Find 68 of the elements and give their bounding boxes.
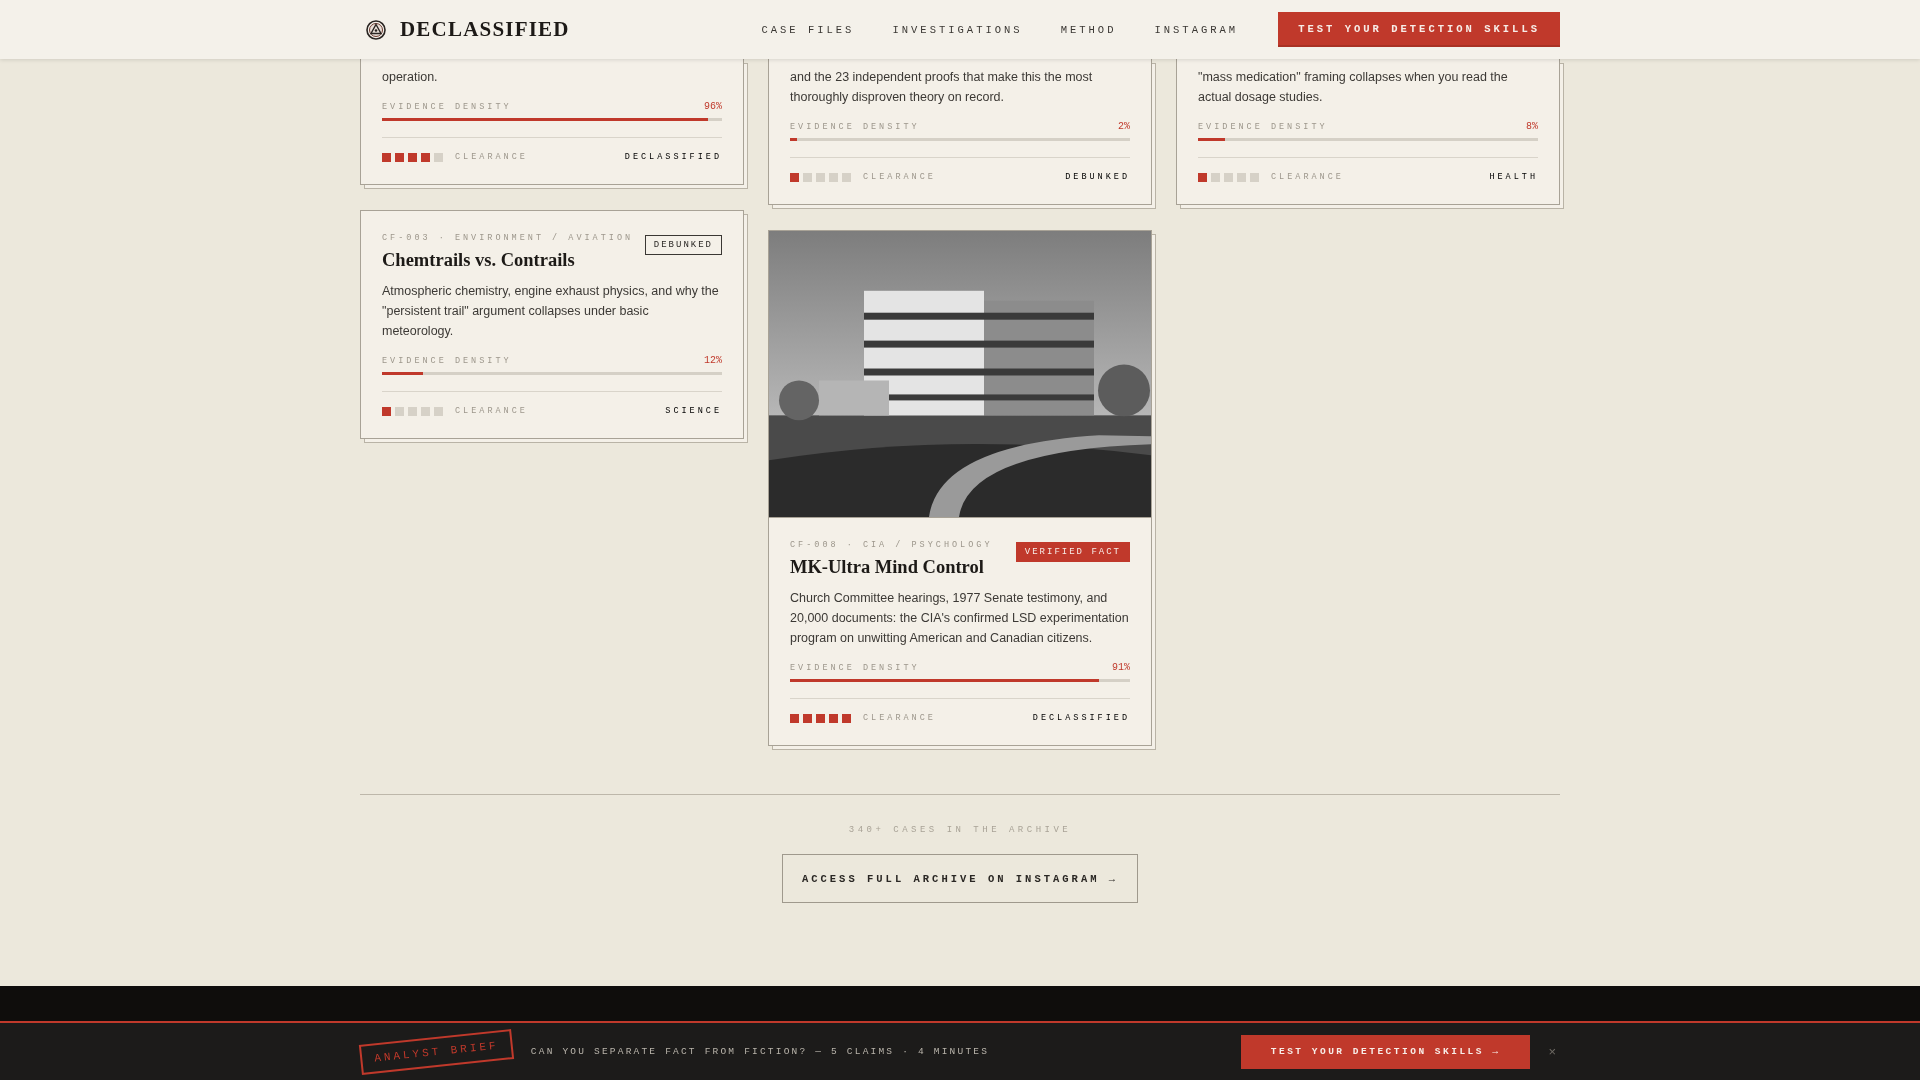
clearance-square [382, 406, 391, 416]
case-category: DECLASSIFIED [1032, 713, 1130, 723]
clearance-square [790, 713, 799, 723]
case-description: Church Committee hearings, 1977 Senate testimony, and 20,000 documents: the CIA's confirmed LSD experimentation program on unwitting American and Canadian citizens. [790, 590, 1130, 647]
brief-cta-button[interactable]: TEST YOUR DETECTION SKILLS → [1240, 1034, 1531, 1069]
meter-label: EVIDENCE DENSITY [790, 122, 920, 132]
verdict-badge: VERIFIED FACT [1015, 542, 1130, 562]
clearance-square [829, 172, 838, 182]
clearance-label: CLEARANCE [455, 406, 528, 416]
nav-link[interactable]: METHOD [1060, 23, 1117, 36]
clearance-square [1224, 172, 1233, 182]
case-description: and the 23 independent proofs that make this the most thoroughly disproven theory on record. [790, 69, 1094, 106]
clearance-square [434, 406, 443, 416]
case-category: HEALTH [1489, 172, 1538, 182]
case-title: Chemtrails vs. Contrails [382, 249, 576, 271]
clearance-square [1198, 172, 1207, 182]
archive-count: 340+ CASES IN THE ARCHIVE [848, 825, 1072, 835]
nav-link[interactable]: INVESTIGATIONS [892, 23, 1023, 36]
case-category: DECLASSIFIED [624, 152, 722, 162]
clearance-square [790, 172, 799, 182]
brand-name[interactable]: DECLASSIFIED [400, 17, 570, 42]
logo-icon [366, 19, 386, 40]
clearance-label: CLEARANCE [1271, 172, 1344, 182]
clearance-square [803, 713, 812, 723]
clearance-label: CLEARANCE [863, 172, 936, 182]
case-description: operation. [382, 69, 439, 86]
analyst-stamp: ANALYST BRIEF [358, 1028, 514, 1075]
meter-label: EVIDENCE DENSITY [382, 356, 512, 366]
clearance-square [829, 713, 838, 723]
case-title: MK-Ultra Mind Control [790, 556, 985, 578]
clearance-label: CLEARANCE [863, 713, 936, 723]
clearance-square [1211, 172, 1220, 182]
clearance-square [816, 713, 825, 723]
clearance-label: CLEARANCE [455, 152, 528, 162]
clearance-square [395, 406, 404, 416]
verdict-badge: DEBUNKED [644, 235, 722, 255]
brief-message: CAN YOU SEPARATE FACT FROM FICTION? — 5 CLAIMS · 4 MINUTES [530, 1046, 990, 1057]
nav-link[interactable]: CASE FILES [761, 23, 855, 36]
case-meta: CF-003 · ENVIRONMENT / AVIATION [382, 233, 634, 243]
clearance-square [1237, 172, 1246, 182]
meter-label: EVIDENCE DENSITY [790, 663, 920, 673]
clearance-square [842, 172, 851, 182]
meter-label: EVIDENCE DENSITY [382, 102, 512, 112]
meter-reading: 96% [704, 101, 722, 112]
clearance-square [421, 406, 430, 416]
clearance-square [395, 152, 404, 162]
meter-reading: 12% [704, 355, 722, 366]
clearance-square [816, 172, 825, 182]
case-category: DEBUNKED [1065, 172, 1130, 182]
clearance-square [408, 406, 417, 416]
meter-reading: 8% [1526, 121, 1538, 132]
cta-button[interactable]: TEST YOUR DETECTION SKILLS [1278, 12, 1560, 47]
meter-label: EVIDENCE DENSITY [1198, 122, 1328, 132]
case-description: Atmospheric chemistry, engine exhaust physics, and why the "persistent trail" argument collapses under basic meteorology. [382, 283, 720, 340]
clearance-square [421, 152, 430, 162]
case-meta: CF-008 · CIA / PSYCHOLOGY [790, 540, 993, 550]
meter-reading: 91% [1112, 662, 1130, 673]
case-description: "mass medication" framing collapses when you read the actual dosage studies. [1198, 69, 1509, 106]
meter-reading: 2% [1118, 121, 1130, 132]
clearance-square [382, 152, 391, 162]
clearance-square [408, 152, 417, 162]
clearance-square [803, 172, 812, 182]
clearance-square [1250, 172, 1259, 182]
case-category: SCIENCE [665, 406, 722, 416]
nav-link[interactable]: INSTAGRAM [1154, 23, 1239, 36]
clearance-square [842, 713, 851, 723]
archive-button[interactable]: ACCESS FULL ARCHIVE ON INSTAGRAM → [782, 854, 1138, 903]
clearance-square [434, 152, 443, 162]
